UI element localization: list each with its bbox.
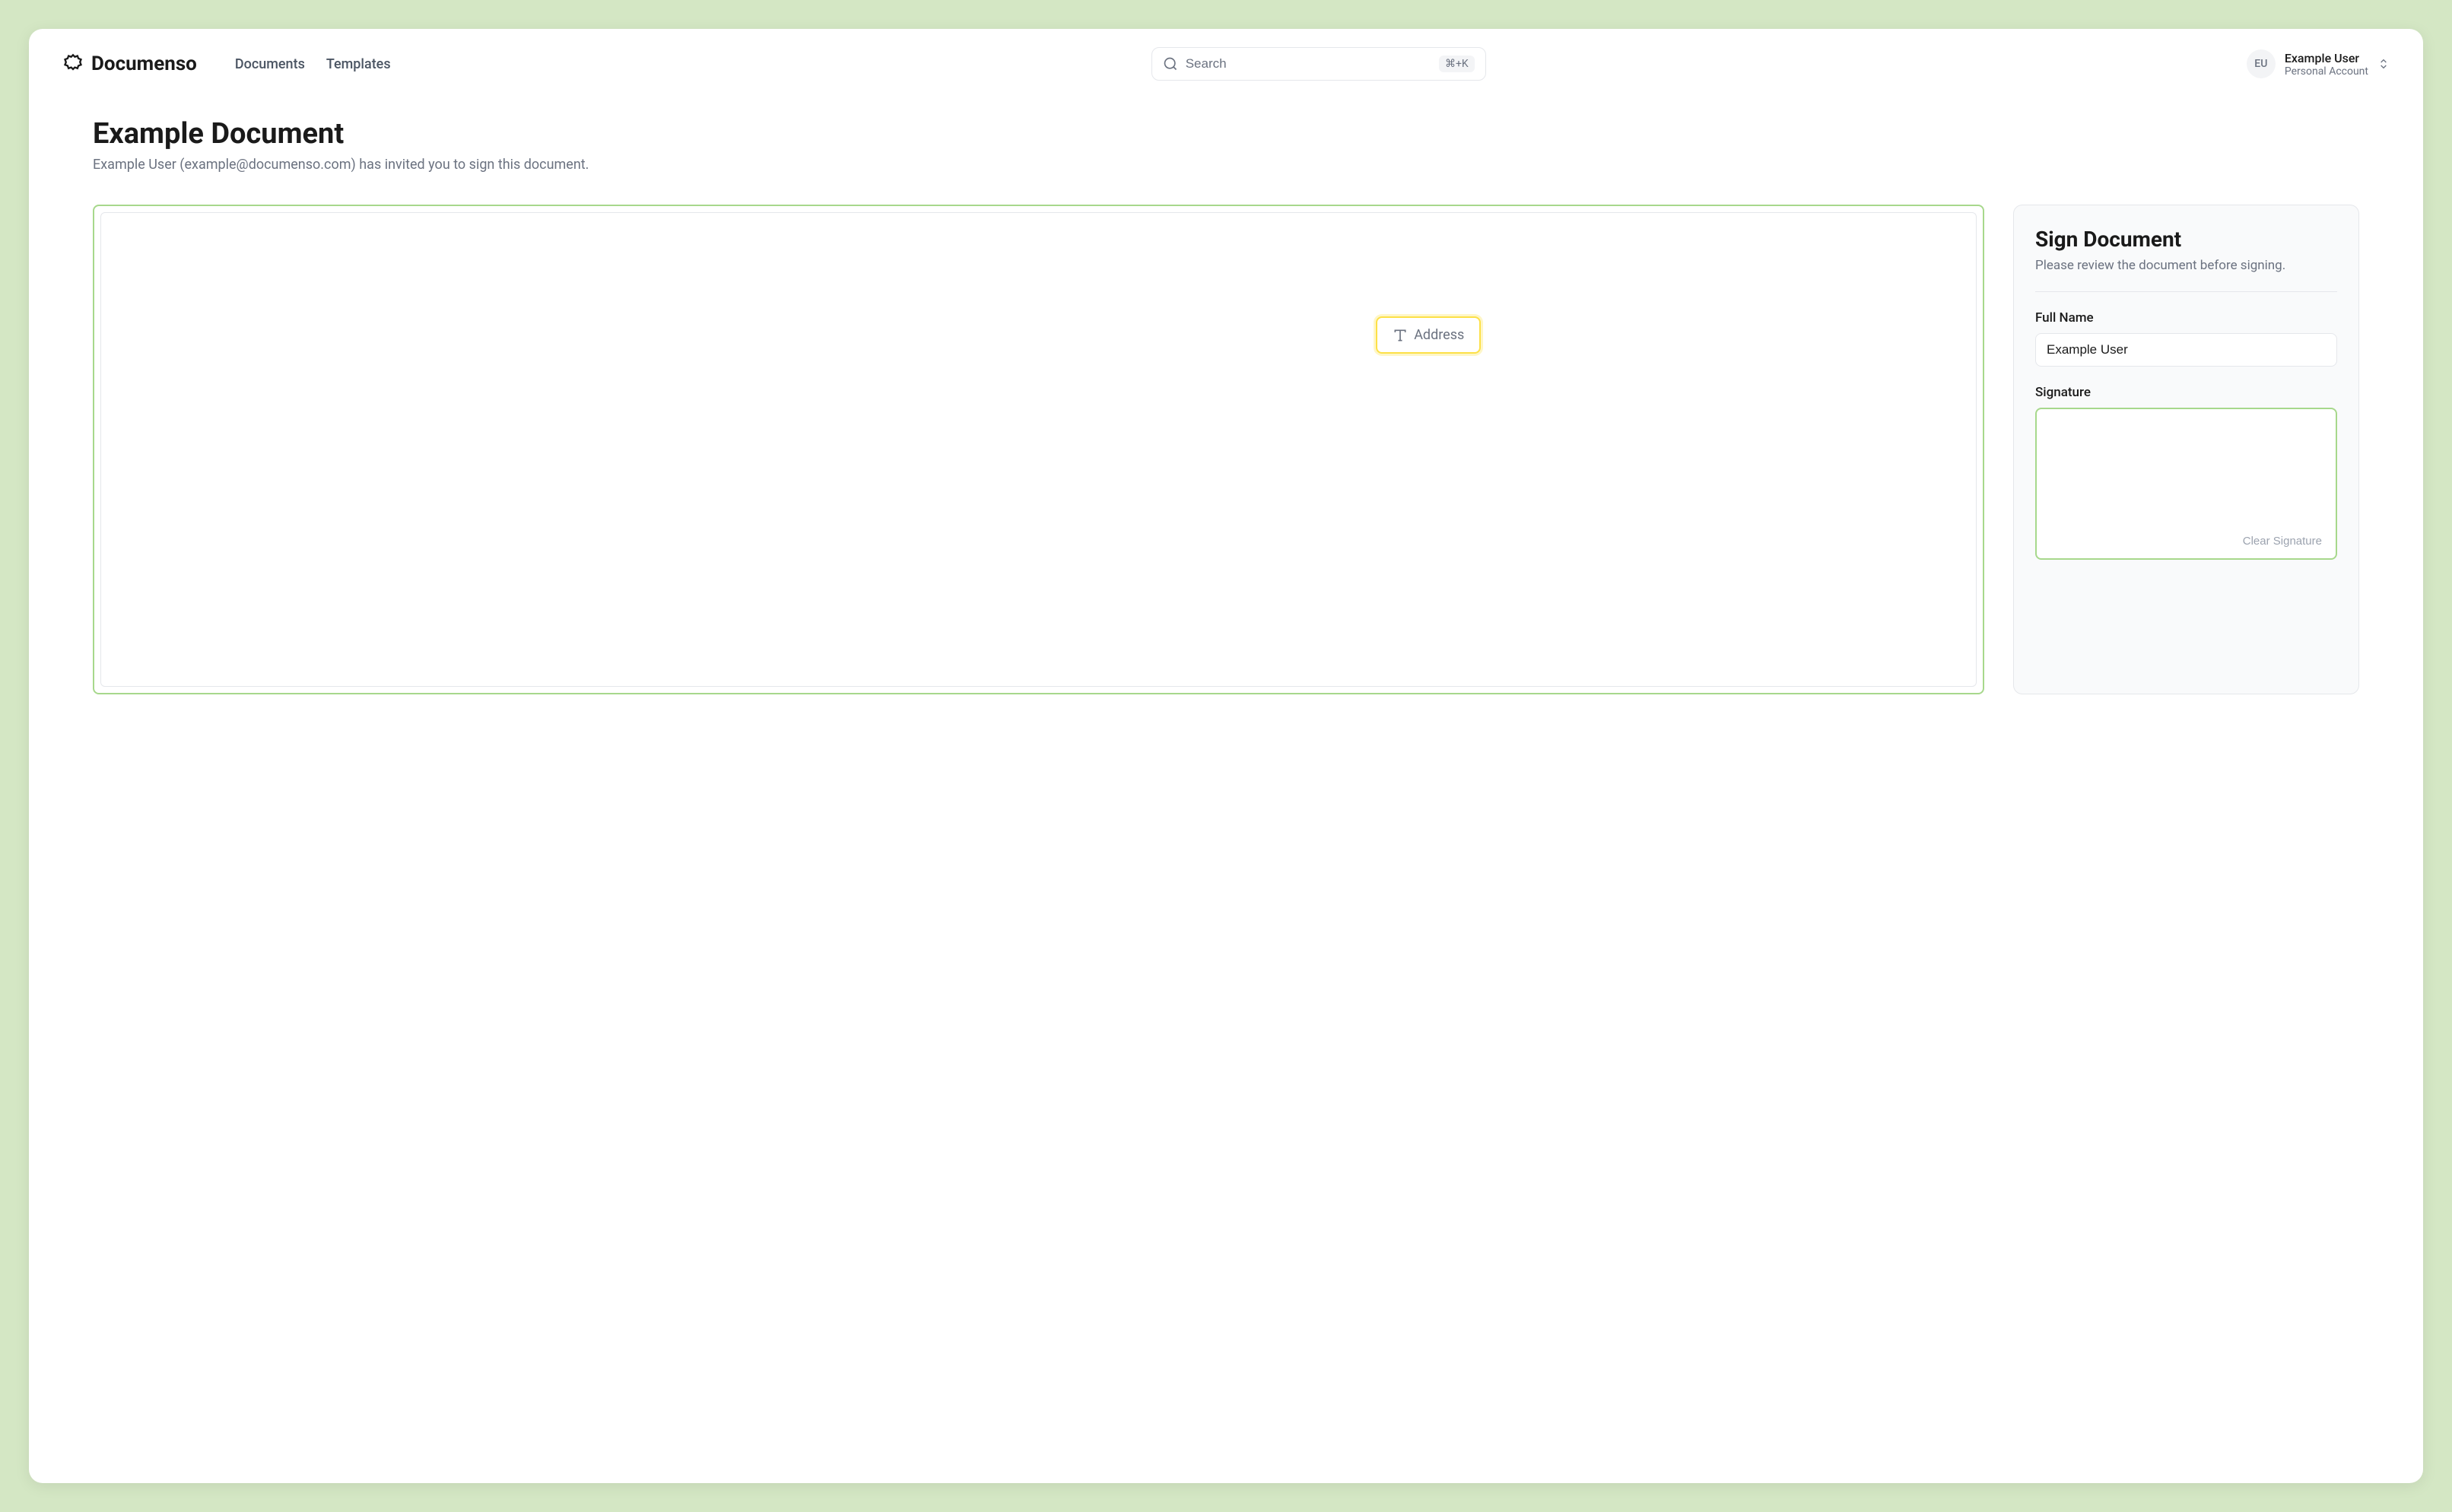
- text-type-icon: [1393, 328, 1408, 343]
- search-icon: [1163, 56, 1178, 71]
- fullname-group: Full Name: [2035, 310, 2337, 367]
- user-info: Example User Personal Account: [2285, 51, 2368, 78]
- search-box[interactable]: ⌘+K: [1151, 47, 1486, 81]
- chevron-updown-icon: [2377, 58, 2390, 70]
- document-viewer: Address: [93, 205, 1984, 694]
- fullname-label: Full Name: [2035, 310, 2337, 326]
- nav-links: Documents Templates: [235, 56, 391, 72]
- nav-documents[interactable]: Documents: [235, 56, 305, 72]
- search-input[interactable]: [1186, 56, 1431, 71]
- user-name: Example User: [2285, 51, 2368, 65]
- logo[interactable]: Documenso: [62, 52, 197, 75]
- avatar: EU: [2247, 49, 2276, 78]
- sign-sidebar: Sign Document Please review the document…: [2013, 205, 2359, 694]
- app-container: Documenso Documents Templates ⌘+K EU Exa…: [29, 29, 2423, 1483]
- address-field-tag[interactable]: Address: [1376, 316, 1481, 354]
- sidebar-subtitle: Please review the document before signin…: [2035, 258, 2337, 292]
- document-page[interactable]: Address: [100, 212, 1977, 687]
- brand-name: Documenso: [91, 52, 197, 75]
- header: Documenso Documents Templates ⌘+K EU Exa…: [29, 29, 2423, 99]
- sidebar-title: Sign Document: [2035, 227, 2337, 252]
- nav-templates[interactable]: Templates: [326, 56, 391, 72]
- search-shortcut: ⌘+K: [1439, 56, 1475, 72]
- search-container: ⌘+K: [429, 47, 2209, 81]
- content: Example Document Example User (example@d…: [29, 99, 2423, 694]
- signature-pad[interactable]: Clear Signature: [2035, 408, 2337, 560]
- logo-icon: [62, 53, 84, 75]
- page-subtitle: Example User (example@documenso.com) has…: [93, 157, 2359, 173]
- signature-label: Signature: [2035, 385, 2337, 400]
- clear-signature-button[interactable]: Clear Signature: [2243, 535, 2322, 548]
- page-title: Example Document: [93, 117, 2359, 151]
- user-account-type: Personal Account: [2285, 65, 2368, 78]
- signature-group: Signature Clear Signature: [2035, 385, 2337, 560]
- user-menu[interactable]: EU Example User Personal Account: [2247, 49, 2390, 78]
- main-layout: Address Sign Document Please review the …: [93, 205, 2359, 694]
- field-tag-label: Address: [1414, 327, 1464, 343]
- fullname-input[interactable]: [2035, 333, 2337, 367]
